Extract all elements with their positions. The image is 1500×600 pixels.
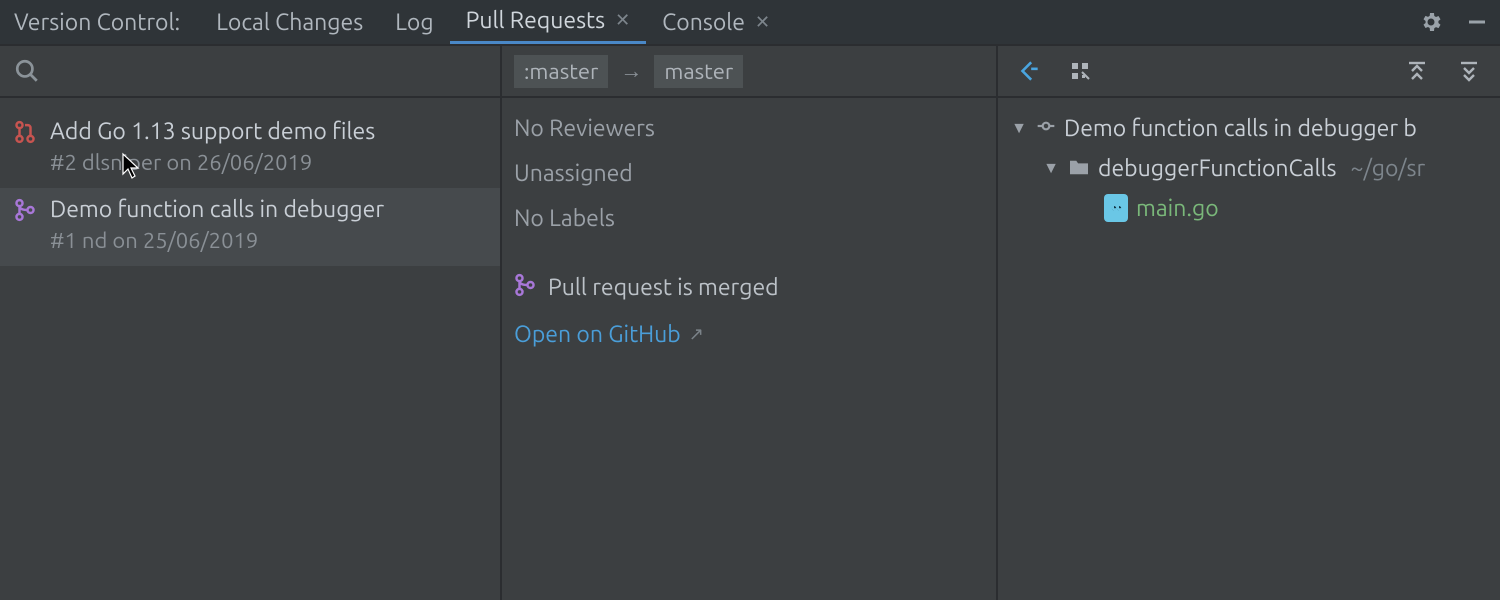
changes-toolbar (998, 46, 1500, 98)
tab-label: Log (395, 10, 433, 35)
pr-search-row[interactable] (0, 46, 500, 98)
tab-label: Local Changes (216, 10, 363, 35)
tab-local-changes[interactable]: Local Changes (200, 0, 379, 44)
version-control-tabbar: Version Control: Local Changes Log Pull … (0, 0, 1500, 46)
pr-merged-icon (14, 194, 40, 256)
search-icon (14, 58, 40, 84)
chevron-down-icon[interactable]: ▼ (1010, 119, 1028, 138)
search-input[interactable] (48, 58, 486, 84)
pr-status-text: Pull request is merged (548, 275, 779, 300)
pr-title: Add Go 1.13 support demo files (50, 116, 486, 148)
tab-label: Console (662, 10, 745, 35)
labels-field[interactable]: No Labels (514, 206, 984, 231)
chevron-down-icon[interactable]: ▼ (1042, 159, 1060, 178)
tab-label: Pull Requests (466, 8, 605, 33)
to-branch-chip[interactable]: master (654, 55, 743, 88)
tree-node-label: main.go (1136, 196, 1219, 221)
tree-commit-node[interactable]: ▼ Demo function calls in debugger b (1004, 108, 1494, 148)
pr-meta: #2 dlsniper on 26/06/2019 (50, 148, 486, 178)
pr-list-panel: Add Go 1.13 support demo files #2 dlsnip… (0, 46, 502, 600)
toolwindow-label: Version Control: (14, 0, 200, 44)
pr-title: Demo function calls in debugger (50, 194, 486, 226)
external-link-icon: ↗ (689, 324, 704, 345)
pr-status: Pull request is merged (514, 273, 984, 302)
pr-item[interactable]: Demo function calls in debugger #1 nd on… (0, 188, 500, 266)
assignees-field[interactable]: Unassigned (514, 161, 984, 186)
from-branch-chip[interactable]: :master (514, 55, 608, 88)
open-on-github-link[interactable]: Open on GitHub ↗ (514, 322, 984, 347)
minimize-icon[interactable] (1454, 0, 1500, 44)
pr-merged-icon (514, 273, 536, 302)
gear-icon[interactable] (1408, 0, 1454, 44)
tree-node-path: ~/go/sr (1351, 156, 1426, 181)
group-icon[interactable] (1064, 54, 1098, 88)
pr-item[interactable]: Add Go 1.13 support demo files #2 dlsnip… (0, 110, 500, 188)
tree-node-label: Demo function calls in debugger b (1064, 116, 1417, 141)
link-label: Open on GitHub (514, 322, 681, 347)
pr-meta: #1 nd on 25/06/2019 (50, 226, 486, 256)
close-icon[interactable]: ✕ (615, 10, 630, 31)
go-file-icon (1104, 194, 1128, 222)
tab-console[interactable]: Console ✕ (646, 0, 786, 44)
pr-detail-body: No Reviewers Unassigned No Labels Pull r… (502, 98, 996, 365)
pr-open-icon (14, 116, 40, 178)
expand-all-icon[interactable] (1400, 54, 1434, 88)
reviewers-field[interactable]: No Reviewers (514, 116, 984, 141)
panels: Add Go 1.13 support demo files #2 dlsnip… (0, 46, 1500, 600)
tree-node-label: debuggerFunctionCalls (1098, 156, 1337, 181)
folder-icon (1068, 156, 1090, 181)
close-icon[interactable]: ✕ (755, 12, 770, 33)
arrow-right-icon: → (620, 58, 642, 84)
tree-folder-node[interactable]: ▼ debuggerFunctionCalls ~/go/sr (1004, 148, 1494, 188)
changes-tree-panel: ▼ Demo function calls in debugger b ▼ de… (998, 46, 1500, 600)
tree-file-node[interactable]: main.go (1004, 188, 1494, 228)
collapse-all-icon[interactable] (1452, 54, 1486, 88)
tab-log[interactable]: Log (379, 0, 449, 44)
tab-pull-requests[interactable]: Pull Requests ✕ (450, 0, 647, 44)
pr-detail-panel: :master → master No Reviewers Unassigned… (502, 46, 998, 600)
changes-tree: ▼ Demo function calls in debugger b ▼ de… (998, 98, 1500, 238)
pr-list: Add Go 1.13 support demo files #2 dlsnip… (0, 98, 500, 278)
commit-icon (1036, 116, 1056, 141)
focus-icon[interactable] (1012, 54, 1046, 88)
branches-row: :master → master (502, 46, 996, 98)
